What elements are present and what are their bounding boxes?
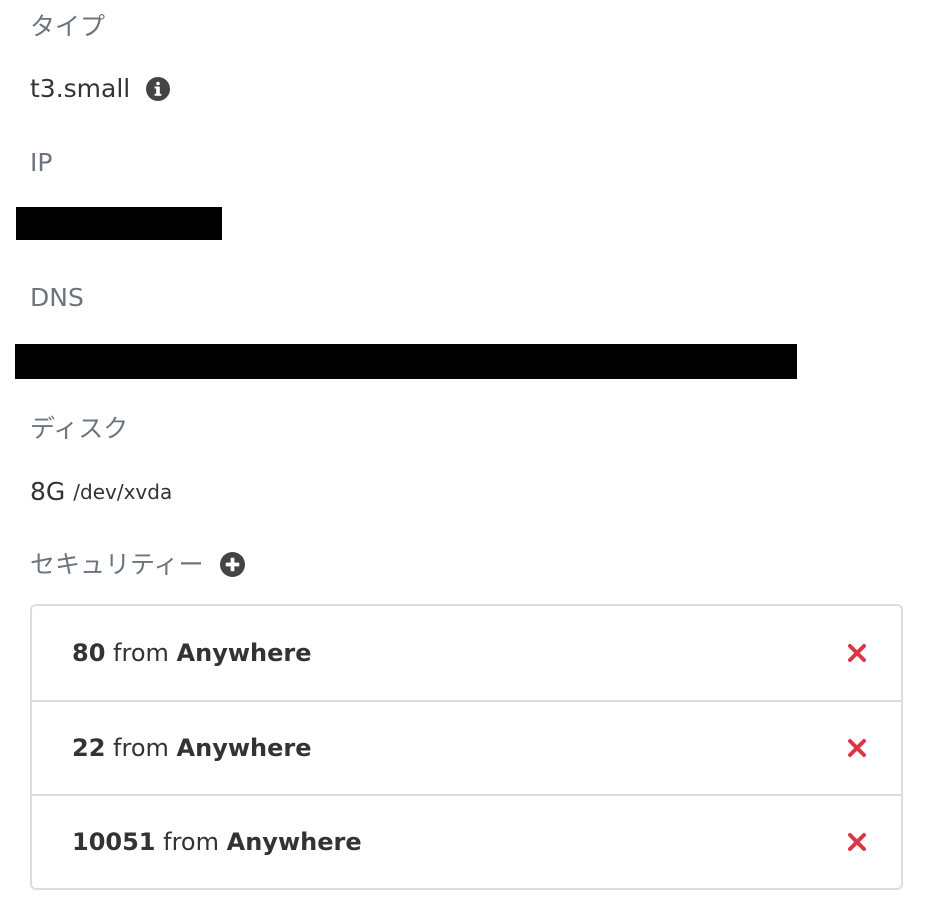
disk-path: /dev/xvda: [73, 479, 173, 504]
rule-source: Anywhere: [176, 734, 312, 762]
rule-from: from: [113, 639, 169, 667]
disk-value-row: 8G /dev/xvda: [30, 479, 172, 504]
security-rules-list: 80 from Anywhere 22 from Anywhere 10051 …: [30, 604, 903, 890]
rule-port: 22: [72, 734, 106, 762]
info-icon[interactable]: [146, 76, 171, 101]
type-value-row: t3.small: [30, 74, 171, 103]
dns-redacted-value: [15, 344, 797, 379]
rule-from: from: [113, 734, 169, 762]
security-rule-text: 10051 from Anywhere: [72, 828, 362, 856]
remove-rule-icon[interactable]: [847, 738, 867, 758]
rule-from: from: [163, 828, 219, 856]
add-security-rule-icon[interactable]: [219, 552, 245, 577]
disk-label: ディスク: [30, 414, 129, 443]
remove-rule-icon[interactable]: [847, 832, 867, 852]
dns-label: DNS: [30, 283, 84, 312]
security-rule-row: 80 from Anywhere: [32, 606, 901, 700]
remove-rule-icon[interactable]: [847, 643, 867, 663]
rule-port: 10051: [72, 828, 156, 856]
rule-source: Anywhere: [176, 639, 312, 667]
type-value: t3.small: [30, 74, 131, 103]
security-header: セキュリティー: [30, 552, 245, 577]
rule-port: 80: [72, 639, 106, 667]
ip-redacted-value: [16, 207, 222, 240]
ip-label: IP: [30, 148, 53, 177]
security-rule-text: 80 from Anywhere: [72, 639, 312, 667]
security-rule-row: 10051 from Anywhere: [32, 794, 901, 888]
security-rule-row: 22 from Anywhere: [32, 700, 901, 794]
security-label: セキュリティー: [30, 550, 204, 579]
type-label: タイプ: [30, 12, 106, 41]
disk-size: 8G: [30, 477, 66, 506]
security-rule-text: 22 from Anywhere: [72, 734, 312, 762]
rule-source: Anywhere: [226, 828, 362, 856]
